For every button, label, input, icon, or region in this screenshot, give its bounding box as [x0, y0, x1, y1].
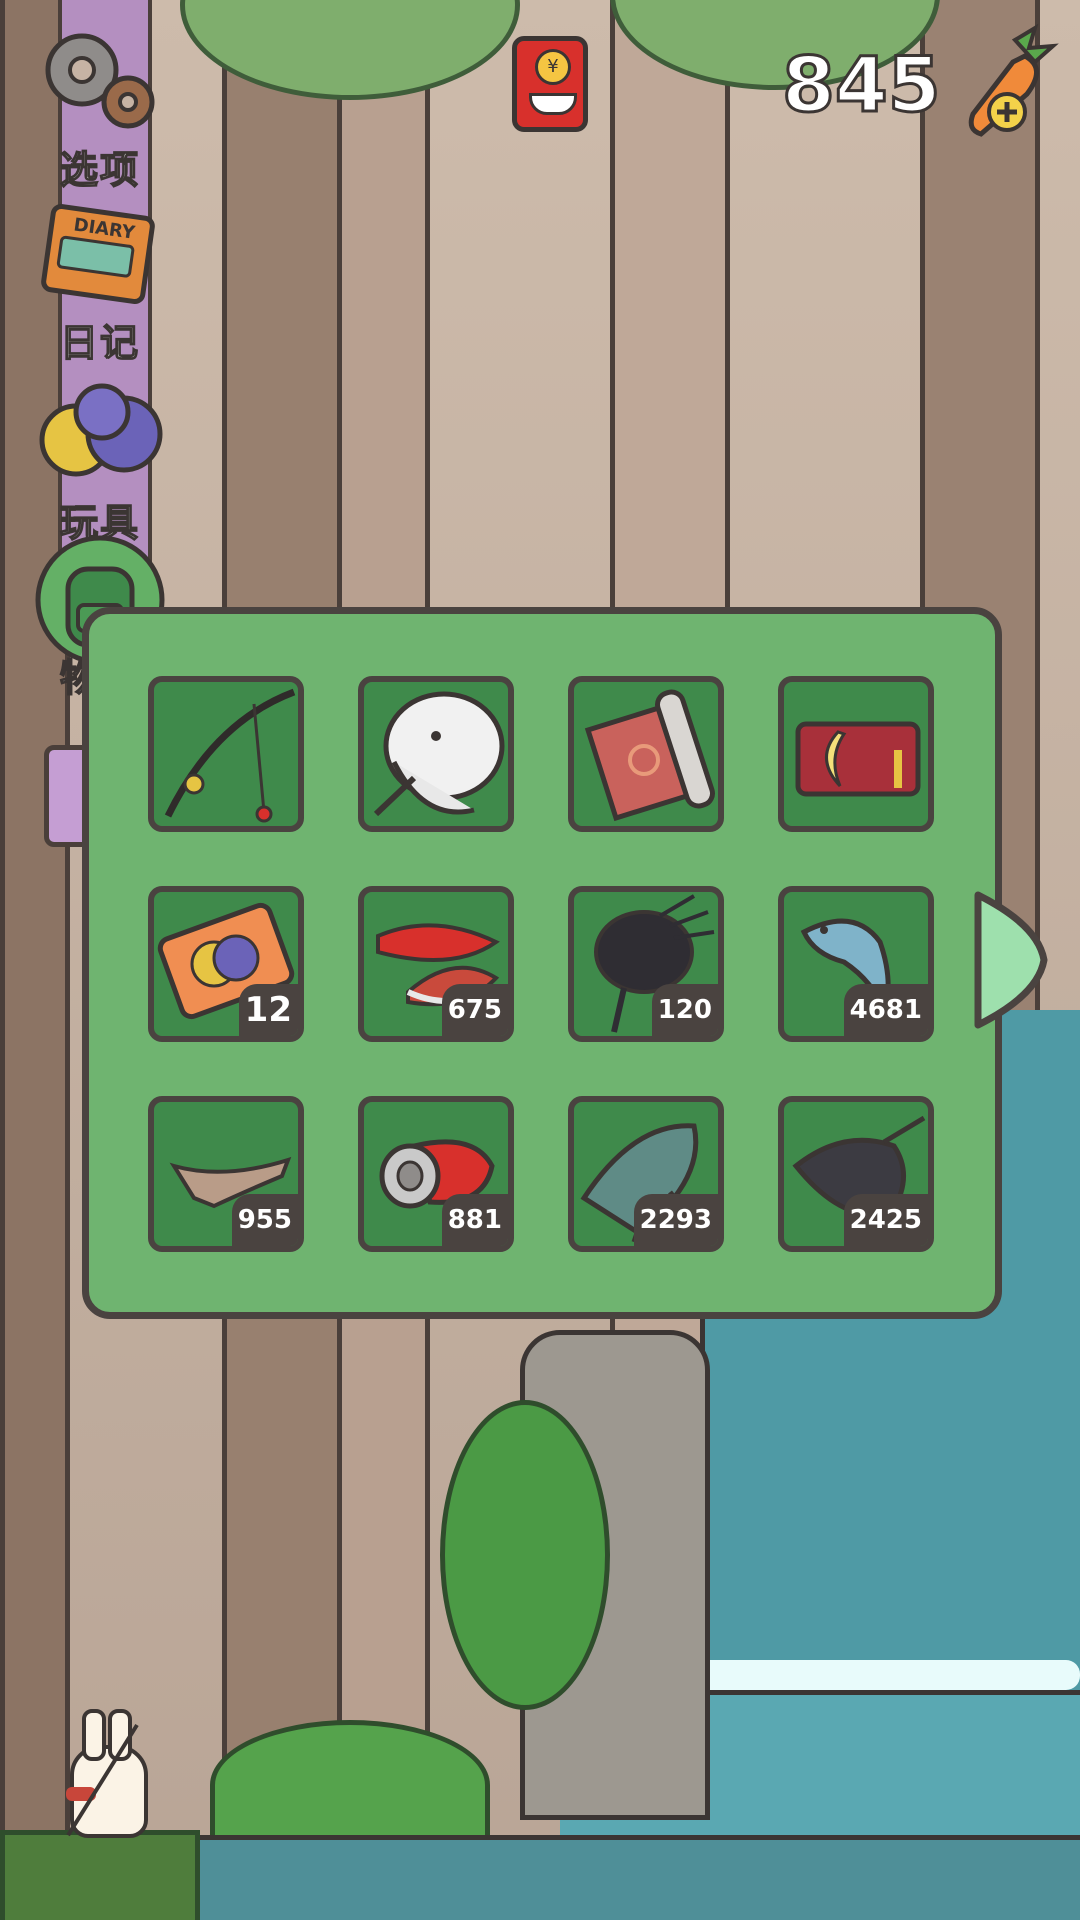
toy-balls-icon	[39, 383, 163, 477]
gear-icon	[45, 33, 155, 129]
item-count: 955	[231, 1194, 298, 1246]
options-button[interactable]: 选项	[30, 20, 170, 194]
item-count: 12	[238, 984, 298, 1036]
red-envelope-icon[interactable]: ¥	[512, 36, 588, 132]
whale-fish-icon	[373, 691, 505, 817]
bush	[210, 1720, 490, 1850]
options-label: 选项	[59, 147, 140, 193]
diary-button[interactable]: DIARY 日记	[30, 198, 170, 367]
diary-label: 日记	[59, 320, 140, 366]
inventory-slot[interactable]: 4681	[778, 886, 934, 1042]
toys-button[interactable]: 玩具	[30, 378, 170, 547]
fishing-rod-icon	[164, 688, 296, 823]
item-count: 881	[441, 1194, 508, 1246]
inventory-slot[interactable]	[358, 676, 514, 832]
item-count: 120	[651, 984, 718, 1036]
item-count: 675	[441, 984, 508, 1036]
item-count: 2425	[843, 1194, 928, 1246]
grass-bank	[0, 1830, 200, 1920]
rabbit-fishing	[66, 1709, 148, 1838]
inventory-slot[interactable]: 2293	[568, 1096, 724, 1252]
inventory-slot[interactable]: 120	[568, 886, 724, 1042]
inventory-slot[interactable]: 675	[358, 886, 514, 1042]
item-count: 2293	[633, 1194, 718, 1246]
calendar-card-icon	[795, 721, 921, 797]
inventory-slot[interactable]	[778, 676, 934, 832]
carrot-plus-icon[interactable]	[955, 22, 1065, 142]
bush	[440, 1400, 610, 1710]
item-count: 4681	[843, 984, 928, 1036]
foam	[680, 1660, 1080, 1690]
inventory-slot[interactable]: 2425	[778, 1096, 934, 1252]
diary-icon: DIARY	[41, 203, 155, 305]
inventory-slot[interactable]: 881	[358, 1096, 514, 1252]
next-page-arrow[interactable]	[968, 885, 1048, 1035]
carrot-count: 845	[781, 39, 943, 131]
inventory-slot[interactable]: 955	[148, 1096, 304, 1252]
inventory-slot[interactable]	[568, 676, 724, 832]
scroll-mat-icon	[584, 689, 715, 822]
inventory-slot[interactable]	[148, 676, 304, 832]
inventory-slot[interactable]: 12	[148, 886, 304, 1042]
